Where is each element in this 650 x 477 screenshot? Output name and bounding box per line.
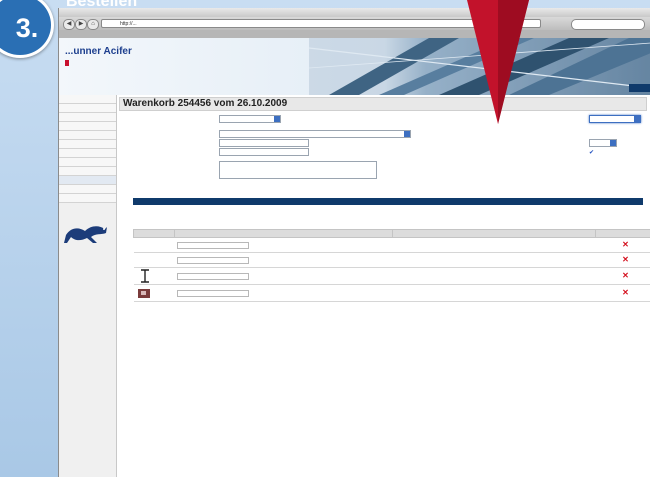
table-row: ✕	[133, 252, 650, 268]
home-button[interactable]: ⌂	[87, 19, 99, 30]
pointer-arrow-icon	[467, 0, 529, 124]
order-form: ✔	[119, 111, 647, 223]
field-textarea[interactable]	[219, 161, 377, 179]
sidebar-item[interactable]	[59, 122, 116, 131]
product-description	[174, 237, 393, 253]
browser-toolbar: ◀ ▶ ⌂ http://...	[59, 17, 650, 30]
product-price	[392, 237, 596, 253]
remove-item-icon[interactable]: ✕	[622, 288, 629, 297]
field-input[interactable]	[219, 148, 309, 156]
browser-titlebar	[59, 8, 650, 17]
sidebar-item[interactable]	[59, 185, 116, 194]
table-row: ✕	[133, 237, 650, 253]
step-badge: 3.	[0, 0, 54, 58]
checkbox-checked-icon[interactable]: ✔	[589, 149, 594, 156]
browser-window: ◀ ▶ ⌂ http://... ...unner Acifer Warenko…	[58, 8, 650, 477]
step-title: Bestellen	[66, 0, 138, 10]
table-header	[595, 229, 650, 238]
sidebar-item[interactable]	[59, 113, 116, 122]
row-actions: ✕	[595, 267, 650, 285]
sidebar-item[interactable]	[59, 158, 116, 167]
site-header: ...unner Acifer	[59, 38, 650, 95]
main-content: Warenkorb 254456 vom 26.10.2009 ✔ ✕ ✕ ✕ …	[119, 95, 650, 477]
row-actions: ✕	[595, 252, 650, 268]
steel-beam-icon	[140, 268, 149, 283]
sidebar-item[interactable]	[59, 131, 116, 140]
logo-tagline	[65, 60, 71, 66]
back-button[interactable]: ◀	[63, 19, 75, 30]
product-description	[174, 284, 393, 302]
product-price	[392, 267, 596, 285]
product-thumbnail	[133, 267, 175, 285]
bookmarks-bar	[59, 30, 650, 38]
field-select[interactable]	[589, 115, 641, 123]
product-price	[392, 252, 596, 268]
cart-action-bar	[133, 198, 643, 205]
description-field[interactable]	[176, 289, 249, 297]
running-dog-illustration	[64, 226, 107, 243]
table-header	[174, 229, 393, 238]
step-number: 3.	[15, 12, 39, 43]
web-page: ...unner Acifer Warenkorb 254456 vom 26.…	[59, 38, 650, 477]
row-actions: ✕	[595, 237, 650, 253]
product-description	[174, 252, 393, 268]
tutorial-frame: 3. Bestellen ◀ ▶ ⌂ http://... ...unner A…	[0, 0, 650, 477]
sidebar-item[interactable]	[59, 95, 116, 104]
browser-search-field[interactable]	[571, 19, 645, 30]
remove-item-icon[interactable]: ✕	[622, 271, 629, 280]
sidebar-item[interactable]	[59, 149, 116, 158]
sidebar	[59, 95, 117, 477]
sidebar-item[interactable]	[59, 194, 116, 203]
page-title: Warenkorb 254456 vom 26.10.2009	[119, 97, 647, 111]
description-field[interactable]	[176, 256, 249, 264]
product-thumbnail	[133, 284, 175, 302]
product-thumbnail	[133, 237, 175, 253]
product-photo-icon	[137, 288, 150, 298]
field-input[interactable]	[219, 139, 309, 147]
table-row: ✕	[133, 267, 650, 285]
description-field[interactable]	[176, 272, 249, 280]
product-thumbnail	[133, 252, 175, 268]
table-header	[392, 229, 596, 238]
table-header	[133, 229, 175, 238]
description-field[interactable]	[176, 241, 249, 249]
row-actions: ✕	[595, 284, 650, 302]
field-select[interactable]	[219, 130, 411, 138]
remove-item-icon[interactable]: ✕	[622, 255, 629, 264]
product-price	[392, 284, 596, 302]
sidebar-item[interactable]	[59, 140, 116, 149]
remove-item-icon[interactable]: ✕	[622, 240, 629, 249]
sidebar-item[interactable]	[59, 167, 116, 176]
product-description	[174, 267, 393, 285]
table-row: ✕	[133, 284, 650, 302]
field-select[interactable]	[219, 115, 281, 123]
sidebar-item[interactable]	[59, 176, 116, 185]
field-select[interactable]	[589, 139, 617, 147]
logo-badge	[65, 60, 69, 66]
sidebar-item[interactable]	[59, 104, 116, 113]
site-logo[interactable]: ...unner Acifer	[65, 46, 132, 57]
forward-button[interactable]: ▶	[75, 19, 87, 30]
cart-items-table: ✕ ✕ ✕ ✕	[133, 229, 650, 302]
top-nav	[629, 84, 650, 92]
